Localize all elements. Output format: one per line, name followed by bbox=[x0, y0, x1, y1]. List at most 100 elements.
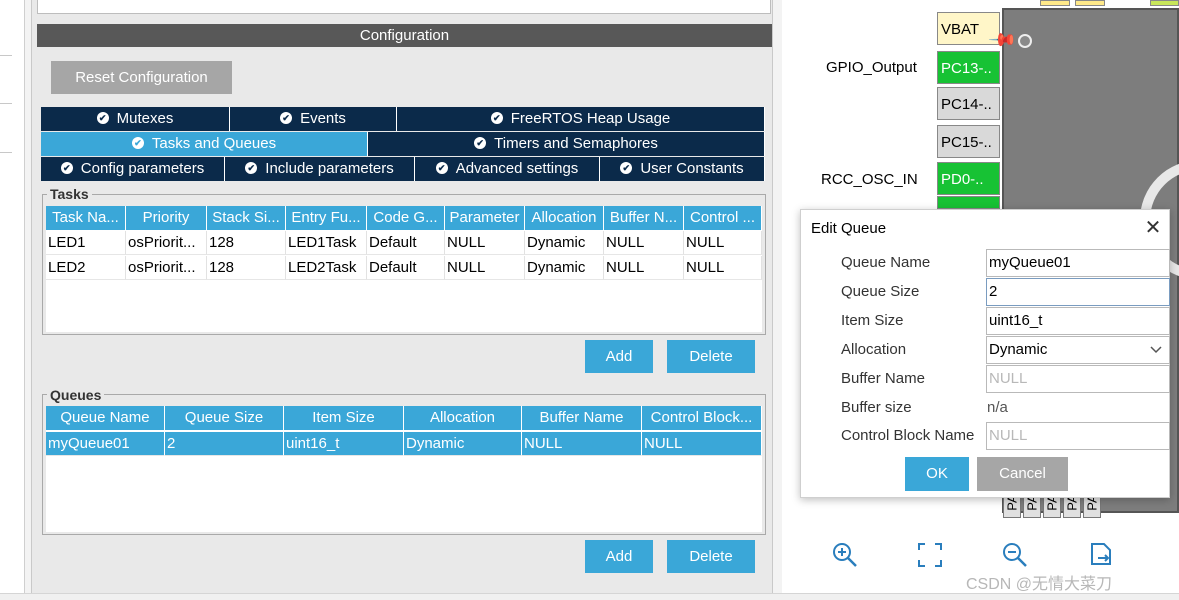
upper-panel-edge bbox=[37, 0, 771, 14]
check-icon: ✔ bbox=[490, 112, 503, 125]
zoom-out-icon[interactable] bbox=[1000, 540, 1030, 570]
tab-mutexes[interactable]: ✔ Mutexes bbox=[41, 107, 230, 131]
table-cell: NULL bbox=[642, 432, 762, 456]
check-icon: ✔ bbox=[280, 112, 293, 125]
table-cell: osPriorit... bbox=[126, 256, 207, 280]
pin-pc13[interactable]: PC13-.. bbox=[937, 51, 1000, 84]
item-size-label: Item Size bbox=[841, 312, 904, 329]
column-header[interactable]: Queue Size bbox=[165, 406, 284, 430]
table-cell: LED1 bbox=[46, 231, 126, 255]
allocation-label: Allocation bbox=[841, 341, 907, 358]
table-cell: NULL bbox=[445, 256, 525, 280]
pin-pd0[interactable]: PD0-.. bbox=[937, 162, 1000, 195]
cancel-button[interactable]: Cancel bbox=[977, 457, 1068, 491]
top-pin bbox=[1040, 0, 1070, 6]
tab-user-constants[interactable]: ✔ User Constants bbox=[600, 157, 765, 181]
table-cell: LED2 bbox=[46, 256, 126, 280]
check-icon: ✔ bbox=[474, 137, 487, 150]
table-cell: Dynamic bbox=[525, 231, 604, 255]
control-block-name-input[interactable]: NULL bbox=[986, 422, 1170, 450]
allocation-value: Dynamic bbox=[989, 341, 1048, 358]
column-header[interactable]: Task Na... bbox=[46, 206, 126, 230]
check-icon: ✔ bbox=[620, 162, 633, 175]
table-cell: 2 bbox=[165, 432, 284, 456]
buffer-size-value: n/a bbox=[987, 399, 1008, 416]
edit-queue-dialog: Edit Queue ✕ Queue Name myQueue01 Queue … bbox=[800, 209, 1170, 498]
queue-name-input[interactable]: myQueue01 bbox=[986, 249, 1170, 277]
tasks-table: Task Na... Priority Stack Si... Entry Fu… bbox=[46, 206, 762, 332]
ok-button[interactable]: OK bbox=[905, 457, 969, 491]
column-header[interactable]: Priority bbox=[126, 206, 207, 230]
column-header[interactable]: Stack Si... bbox=[207, 206, 286, 230]
table-cell: Dynamic bbox=[525, 256, 604, 280]
top-pin bbox=[1075, 0, 1105, 6]
pin-pd1[interactable] bbox=[937, 196, 1000, 209]
dialog-title: Edit Queue bbox=[811, 220, 887, 237]
pin-label-gpio-output: GPIO_Output bbox=[826, 59, 917, 76]
column-header[interactable]: Code G... bbox=[367, 206, 445, 230]
table-cell: NULL bbox=[604, 231, 684, 255]
table-cell: 128 bbox=[207, 256, 286, 280]
column-header[interactable]: Control ... bbox=[684, 206, 762, 230]
bottom-bar bbox=[0, 593, 1179, 600]
check-icon: ✔ bbox=[96, 112, 109, 125]
table-cell: NULL bbox=[684, 256, 762, 280]
delete-queue-button[interactable]: Delete bbox=[667, 540, 755, 573]
table-cell: LED2Task bbox=[286, 256, 367, 280]
tab-timers-and-semaphores[interactable]: ✔ Timers and Semaphores bbox=[368, 132, 765, 156]
top-pin bbox=[1150, 0, 1179, 6]
check-icon: ✔ bbox=[60, 162, 73, 175]
export-icon[interactable] bbox=[1086, 540, 1116, 570]
column-header[interactable]: Entry Fu... bbox=[286, 206, 367, 230]
column-header[interactable]: Control Block... bbox=[642, 406, 762, 430]
column-header[interactable]: Queue Name bbox=[46, 406, 165, 430]
item-size-input[interactable]: uint16_t bbox=[986, 307, 1170, 335]
table-cell: NULL bbox=[604, 256, 684, 280]
queues-table: Queue Name Queue Size Item Size Allocati… bbox=[46, 406, 762, 532]
check-icon: ✔ bbox=[131, 137, 144, 150]
add-task-button[interactable]: Add bbox=[585, 340, 653, 373]
column-header[interactable]: Buffer Name bbox=[522, 406, 642, 430]
column-header[interactable]: Allocation bbox=[525, 206, 604, 230]
tab-include-parameters[interactable]: ✔ Include parameters bbox=[225, 157, 415, 181]
add-queue-button[interactable]: Add bbox=[585, 540, 653, 573]
pin-pc14[interactable]: PC14-.. bbox=[937, 87, 1000, 120]
column-header[interactable]: Buffer N... bbox=[604, 206, 684, 230]
zoom-in-icon[interactable] bbox=[830, 540, 860, 570]
table-cell: NULL bbox=[684, 231, 762, 255]
close-icon[interactable]: ✕ bbox=[1141, 216, 1165, 240]
check-icon: ✔ bbox=[435, 162, 448, 175]
delete-task-button[interactable]: Delete bbox=[667, 340, 755, 373]
reset-configuration-button[interactable]: Reset Configuration bbox=[51, 61, 232, 94]
queue-size-input[interactable]: 2 bbox=[986, 278, 1170, 306]
queue-name-label: Queue Name bbox=[841, 254, 931, 271]
column-header[interactable]: Allocation bbox=[404, 406, 522, 430]
allocation-select[interactable]: Dynamic bbox=[986, 336, 1170, 364]
tab-advanced-settings[interactable]: ✔ Advanced settings bbox=[415, 157, 600, 181]
buffer-name-input[interactable]: NULL bbox=[986, 365, 1170, 393]
table-cell: Dynamic bbox=[404, 432, 522, 456]
queues-legend: Queues bbox=[47, 388, 105, 402]
table-cell: uint16_t bbox=[284, 432, 404, 456]
pin1-marker bbox=[1018, 34, 1032, 48]
tab-tasks-and-queues[interactable]: ✔ Tasks and Queues bbox=[41, 132, 368, 156]
table-cell: osPriorit... bbox=[126, 231, 207, 255]
table-cell: NULL bbox=[522, 432, 642, 456]
queue-size-label: Queue Size bbox=[841, 283, 920, 300]
buffer-name-label: Buffer Name bbox=[841, 370, 925, 387]
tab-config-parameters[interactable]: ✔ Config parameters bbox=[41, 157, 225, 181]
pin-label-rcc-osc-in: RCC_OSC_IN bbox=[821, 171, 918, 188]
table-cell: 128 bbox=[207, 231, 286, 255]
pin-pc15[interactable]: PC15-.. bbox=[937, 125, 1000, 158]
column-header[interactable]: Parameter bbox=[445, 206, 525, 230]
table-cell: NULL bbox=[445, 231, 525, 255]
tab-events[interactable]: ✔ Events bbox=[230, 107, 397, 131]
tasks-legend: Tasks bbox=[47, 187, 92, 201]
left-strip bbox=[0, 0, 25, 600]
column-header[interactable]: Item Size bbox=[284, 406, 404, 430]
fit-screen-icon[interactable] bbox=[915, 540, 945, 570]
configuration-header: Configuration bbox=[37, 24, 772, 47]
table-cell: myQueue01 bbox=[46, 432, 165, 456]
watermark: CSDN @无情大菜刀 bbox=[966, 576, 1113, 593]
tab-freertos-heap-usage[interactable]: ✔ FreeRTOS Heap Usage bbox=[397, 107, 765, 131]
